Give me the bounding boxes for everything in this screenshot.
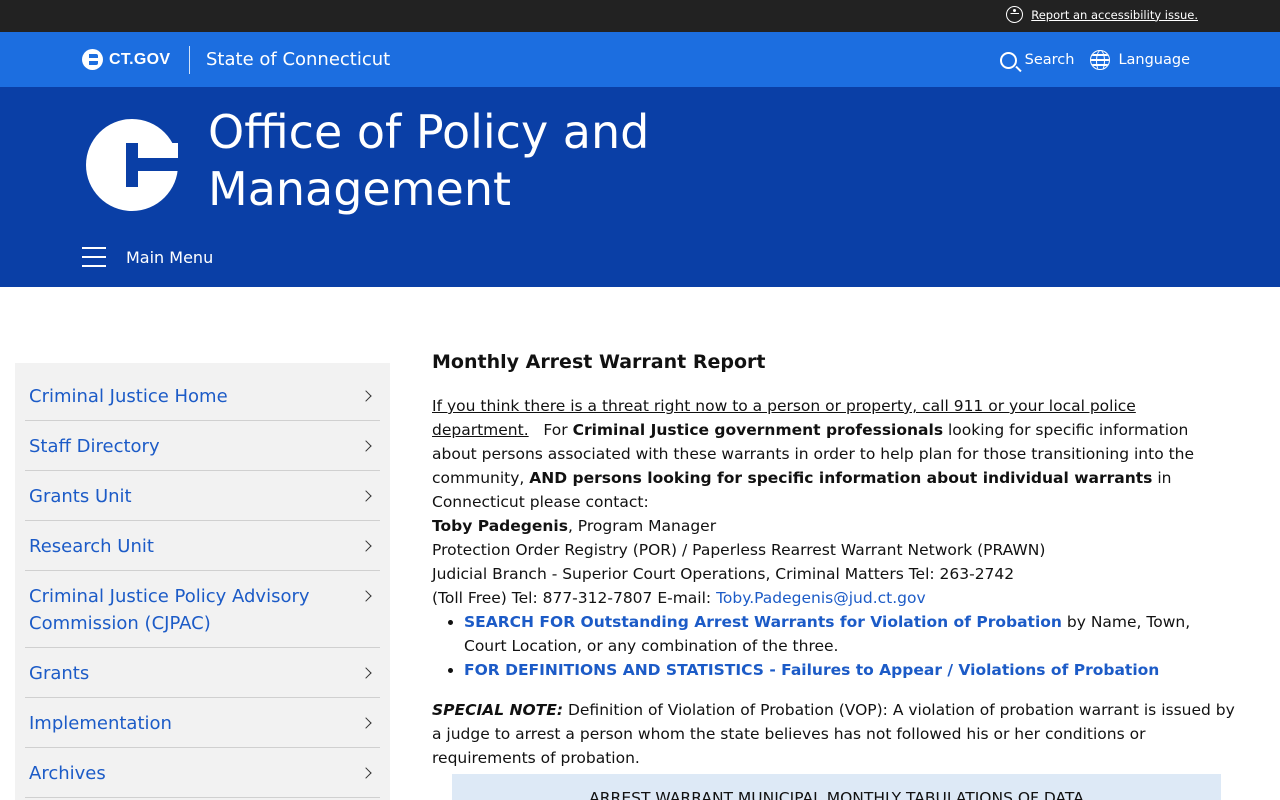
tabulations-table-header: ARREST WARRANT MUNICIPAL MONTHLY TABULAT…	[452, 774, 1221, 800]
sidebar-item-label: Research Unit	[29, 536, 154, 557]
sidebar-item-grants-unit[interactable]: Grants Unit	[25, 471, 380, 521]
chevron-right-icon	[360, 390, 372, 402]
chevron-right-icon	[360, 440, 372, 452]
accessibility-icon	[1006, 6, 1024, 23]
main-menu-label: Main Menu	[126, 247, 214, 267]
chevron-right-icon	[360, 490, 372, 502]
contact-name: Toby Padegenis	[432, 517, 568, 535]
chevron-right-icon	[360, 590, 372, 602]
globe-icon	[1090, 50, 1111, 70]
definitions-statistics-link[interactable]: FOR DEFINITIONS AND STATISTICS - Failure…	[464, 661, 1159, 679]
sidebar-item-implementation[interactable]: Implementation	[25, 698, 380, 748]
search-icon	[999, 51, 1017, 69]
ct-logo-text: CT.GOV	[109, 50, 171, 68]
ct-gov-bar: CT.GOV State of Connecticut Search Langu…	[0, 32, 1280, 87]
intro-bold-2: AND persons looking for specific informa…	[529, 469, 1153, 487]
contact-line-4: (Toll Free) Tel: 877-312-7807 E-mail:	[432, 589, 717, 607]
search-warrants-link[interactable]: SEARCH FOR Outstanding Arrest Warrants f…	[464, 613, 1062, 631]
sidebar-item-label: Archives	[29, 763, 106, 784]
contact-block: Toby Padegenis, Program Manager Protecti…	[432, 514, 1237, 610]
ct-logo-icon	[82, 49, 103, 70]
intro-paragraph: If you think there is a threat right now…	[432, 394, 1237, 514]
intro-bold-1: Criminal Justice government professional…	[572, 421, 944, 439]
sidebar-item-label: Grants	[29, 663, 90, 684]
contact-role: , Program Manager	[567, 517, 717, 535]
contact-line-2: Protection Order Registry (POR) / Paperl…	[432, 541, 1046, 559]
sidebar-item-label: Criminal Justice Policy Advisory Commiss…	[29, 586, 310, 634]
chevron-right-icon	[360, 667, 372, 679]
sidebar-item-label: Implementation	[29, 713, 172, 734]
sidebar-nav: Criminal Justice Home Staff Directory Gr…	[15, 363, 390, 800]
search-label: Search	[1024, 52, 1075, 68]
header-tools: Search Language	[999, 50, 1190, 70]
language-label: Language	[1118, 52, 1190, 68]
search-button[interactable]: Search	[999, 51, 1075, 69]
header-divider	[189, 46, 190, 74]
utility-bar: Report an accessibility issue.	[0, 0, 1280, 32]
resource-list: SEARCH FOR Outstanding Arrest Warrants f…	[464, 610, 1237, 682]
contact-email-link[interactable]: Toby.Padegenis@jud.ct.gov	[716, 589, 926, 607]
chevron-right-icon	[360, 540, 372, 552]
list-item: SEARCH FOR Outstanding Arrest Warrants f…	[464, 610, 1237, 658]
sidebar-item-label: Grants Unit	[29, 486, 132, 507]
agency-title[interactable]: Office of Policy and Management	[208, 104, 728, 218]
special-note-label: SPECIAL NOTE:	[432, 701, 564, 719]
sidebar-item-grants[interactable]: Grants	[25, 648, 380, 698]
page-title: Monthly Arrest Warrant Report	[432, 351, 766, 373]
special-note: SPECIAL NOTE: Definition of Violation of…	[432, 698, 1237, 770]
sidebar-item-label: Staff Directory	[29, 436, 160, 457]
list-item: FOR DEFINITIONS AND STATISTICS - Failure…	[464, 658, 1237, 682]
sidebar-item-cjpac[interactable]: Criminal Justice Policy Advisory Commiss…	[25, 571, 380, 648]
agency-header: Office of Policy and Management Main Men…	[0, 87, 1280, 287]
accessibility-report-link[interactable]: Report an accessibility issue.	[1031, 8, 1198, 22]
sidebar-item-label: Criminal Justice Home	[29, 386, 228, 407]
hamburger-icon	[82, 247, 106, 267]
main-menu-button[interactable]: Main Menu	[82, 247, 213, 267]
language-button[interactable]: Language	[1090, 50, 1190, 70]
chevron-right-icon	[360, 717, 372, 729]
main-content: Monthly Arrest Warrant Report If you thi…	[432, 348, 1237, 800]
contact-line-3: Judicial Branch - Superior Court Operati…	[432, 565, 1015, 583]
sidebar-item-archives[interactable]: Archives	[25, 748, 380, 798]
intro-text-1: For	[543, 421, 573, 439]
sidebar-item-research-unit[interactable]: Research Unit	[25, 521, 380, 571]
chevron-right-icon	[360, 767, 372, 779]
state-name-link[interactable]: State of Connecticut	[206, 49, 390, 70]
sidebar-item-criminal-justice-home[interactable]: Criminal Justice Home	[25, 371, 380, 421]
ct-gov-logo[interactable]: CT.GOV	[82, 49, 170, 70]
sidebar-item-staff-directory[interactable]: Staff Directory	[25, 421, 380, 471]
accessibility-report[interactable]: Report an accessibility issue.	[1006, 6, 1198, 23]
agency-logo[interactable]	[86, 119, 178, 211]
